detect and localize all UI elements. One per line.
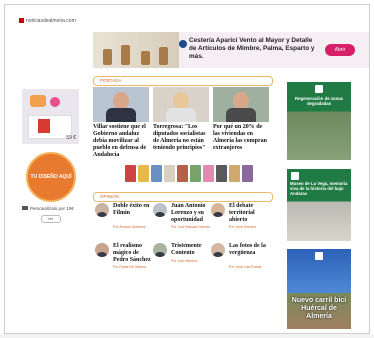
product-shape [50,97,60,107]
news-card[interactable]: Por qué un 20% de las viviendas en Almer… [213,87,269,152]
coat-of-arms-icon [315,252,323,260]
logo-badge: TU DISEÑO AQUÍ [26,152,76,202]
strip-thumb [151,165,162,182]
right-sidebar-ads: Regeneración de zonas degradadas Museo d… [287,82,351,329]
opinion-author: Por Julio Moreno [171,259,198,263]
opinion-author: Por Antonio Martínez [113,225,146,229]
right-ad-headline: Nuevo carril bici Huércal de Almería [291,297,347,320]
photo-strip-ad[interactable] [125,165,265,182]
right-ad-carril-bici[interactable]: Nuevo carril bici Huércal de Almería [287,249,351,329]
opinion-title[interactable]: Juan Antonio Lorenzo y su oportunidad [171,203,213,224]
ad-cta-button[interactable]: Abrir [325,44,355,56]
person-body [106,108,136,122]
left-ad-button[interactable]: Ver [40,215,61,223]
news-title[interactable]: Villar sostiene que el Gobierno andaluz … [93,124,149,159]
top-banner-ad[interactable]: Cestería Aparici Vento al Mayor y Detall… [93,32,369,68]
news-card[interactable]: Torregrosa: "Los diputados socialistas d… [153,87,209,152]
dog-icon [22,206,28,210]
strip-thumb [229,165,240,182]
coat-of-arms-icon [291,172,299,180]
section-label: OPINIÓN [100,194,120,199]
page-bottom-strip [0,334,374,338]
section-label: PORTADA [100,78,122,83]
opinion-title[interactable]: El realismo mágico de Pedro Sánchez [113,243,155,264]
site-favicon-icon [19,18,24,24]
coat-of-arms-icon [315,85,323,93]
opinion-title[interactable]: Las fotos de la vergüenza [229,243,271,257]
chair-shape [103,49,112,65]
browser-window: noticiasdealmeria.com Cestería Aparici V… [4,4,370,334]
opinion-author: Por José Manuel Garrido [171,225,210,229]
news-photo [153,87,209,122]
strip-thumb [190,165,201,182]
product-shape [38,119,50,133]
author-avatar [211,203,225,217]
opinion-author: Por Rafael M. Martos [113,265,147,269]
strip-thumb [138,165,149,182]
right-ad-regeneracion[interactable]: Regeneración de zonas degradadas [287,82,351,160]
news-title[interactable]: Por qué un 20% de las viviendas en Almer… [213,124,269,152]
strip-thumb [177,165,188,182]
news-card[interactable]: Villar sostiene que el Gobierno andaluz … [93,87,149,159]
strip-thumb [242,165,253,182]
furniture-image [93,32,179,68]
right-ad-text: Museo de La Vega, memoria viva de la his… [290,181,348,196]
product-price: 59 € [66,135,76,141]
opinion-author: Por José Serrano [229,225,257,229]
right-ad-museo[interactable]: Museo de La Vega, memoria viva de la his… [287,169,351,241]
news-title[interactable]: Torregrosa: "Los diputados socialistas d… [153,124,209,152]
url-text: noticiasdealmeria.com [26,18,76,24]
author-avatar [211,243,225,257]
author-avatar [95,243,109,257]
left-sidebar-ads: 59 € TU DISEÑO AQUÍ Personalízalo por 10… [22,89,79,223]
left-ad-mini: Personalízalo por 10€ [22,206,79,211]
right-ad-text: Regeneración de zonas degradadas [295,96,343,106]
left-ad-product[interactable]: 59 € [22,89,79,144]
strip-thumb [125,165,136,182]
news-photo [213,87,269,122]
chair-shape [159,47,168,65]
section-header-portada: PORTADA [93,76,273,86]
chair-shape [141,51,150,65]
strip-thumb [164,165,175,182]
opinion-title[interactable]: El debate territorial abierto [229,203,271,224]
strip-thumb [203,165,214,182]
news-photo [93,87,149,122]
chair-shape [121,45,130,65]
product-shape [30,95,46,107]
brand-logo-icon [179,40,187,48]
author-avatar [153,243,167,257]
address-bar[interactable]: noticiasdealmeria.com [19,17,99,26]
left-ad-logo[interactable]: TU DISEÑO AQUÍ [22,148,79,203]
author-avatar [95,203,109,217]
opinion-author: Por José Luis Rueda [229,265,262,269]
opinion-title[interactable]: Tristemente Contento [171,243,213,257]
mini-text: Personalízalo por 10€ [30,206,74,211]
strip-thumb [216,165,227,182]
person-body [166,108,196,122]
section-header-opinion: OPINIÓN [93,192,273,202]
ad-text: Cestería Aparici Vento al Mayor y Detall… [189,37,315,60]
opinion-title[interactable]: Doble éxito en Filmin [113,203,155,217]
person-body [226,108,256,122]
author-avatar [153,203,167,217]
